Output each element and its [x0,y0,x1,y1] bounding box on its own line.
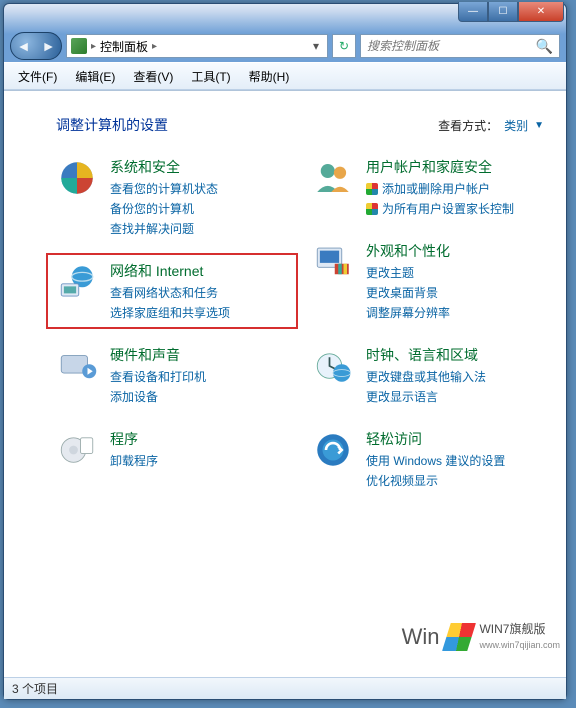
breadcrumb-dropdown-icon[interactable]: ▾ [309,39,323,53]
category-link[interactable]: 调整屏幕分辨率 [366,304,450,321]
category-link[interactable]: 查看网络状态和任务 [110,284,230,301]
category-title[interactable]: 网络和 Internet [110,261,230,281]
menu-help[interactable]: 帮助(H) [241,64,298,89]
chevron-down-icon[interactable]: ▼ [534,120,544,131]
category-clock-language: 时钟、语言和区域 更改键盘或其他输入法 更改显示语言 [312,345,544,405]
back-icon[interactable]: ◄ [17,38,31,54]
menu-edit[interactable]: 编辑(E) [67,64,123,89]
category-programs: 程序 卸载程序 [56,429,288,471]
category-title[interactable]: 程序 [110,429,158,449]
control-panel-icon [71,38,87,54]
hardware-sound-icon [56,345,98,387]
category-grid: 系统和安全 查看您的计算机状态 备份您的计算机 查找并解决问题 网络和 Inte… [56,157,544,489]
menubar: 文件(F) 编辑(E) 查看(V) 工具(T) 帮助(H) [4,62,566,90]
category-link[interactable]: 为所有用户设置家长控制 [366,200,514,217]
category-link[interactable]: 优化视频显示 [366,472,505,489]
view-mode-value[interactable]: 类别 [504,117,528,134]
page-title: 调整计算机的设置 [56,115,438,135]
category-link[interactable]: 查看您的计算机状态 [110,180,218,197]
content-area: 调整计算机的设置 查看方式： 类别 ▼ 系统和安全 查看您的计算机 [4,90,566,677]
category-title[interactable]: 轻松访问 [366,429,505,449]
category-link[interactable]: 添加设备 [110,388,206,405]
right-column: 用户帐户和家庭安全 添加或删除用户帐户 为所有用户设置家长控制 外观和个性化 更… [312,157,544,489]
breadcrumb-label[interactable]: 控制面板 [100,38,148,55]
statusbar: 3 个项目 [4,677,566,699]
view-mode-label: 查看方式： [438,117,498,134]
category-title[interactable]: 硬件和声音 [110,345,206,365]
system-security-icon [56,157,98,199]
chevron-right-icon[interactable]: ▸ [91,41,96,52]
category-user-accounts: 用户帐户和家庭安全 添加或删除用户帐户 为所有用户设置家长控制 [312,157,544,217]
titlebar: — ☐ ✕ [4,4,566,30]
windows-flag-icon [442,623,476,651]
watermark: Win WIN7旗舰版 www.win7qijian.com [396,618,566,655]
search-box[interactable]: 🔍 [360,34,560,58]
left-column: 系统和安全 查看您的计算机状态 备份您的计算机 查找并解决问题 网络和 Inte… [56,157,288,489]
window-controls: — ☐ ✕ [458,2,564,22]
category-system-security: 系统和安全 查看您的计算机状态 备份您的计算机 查找并解决问题 [56,157,288,237]
page-header: 调整计算机的设置 查看方式： 类别 ▼ [56,115,544,135]
programs-icon [56,429,98,471]
control-panel-window: — ☐ ✕ ◄ ► ▸ 控制面板 ▸ ▾ ↻ 🔍 文件(F) 编辑(E) 查看(… [3,3,567,700]
close-button[interactable]: ✕ [518,2,564,22]
category-link[interactable]: 更改主题 [366,264,450,281]
refresh-button[interactable]: ↻ [332,34,356,58]
maximize-button[interactable]: ☐ [488,2,518,22]
status-text: 3 个项目 [12,680,58,697]
category-link[interactable]: 选择家庭组和共享选项 [110,304,230,321]
search-input[interactable] [367,39,536,53]
chevron-right-icon[interactable]: ▸ [152,41,157,52]
appearance-icon [312,241,354,283]
address-bar: ◄ ► ▸ 控制面板 ▸ ▾ ↻ 🔍 [4,30,566,62]
search-icon[interactable]: 🔍 [536,38,553,55]
category-title[interactable]: 用户帐户和家庭安全 [366,157,514,177]
clock-language-icon [312,345,354,387]
minimize-button[interactable]: — [458,2,488,22]
category-link[interactable]: 更改桌面背景 [366,284,450,301]
category-network-internet: 网络和 Internet 查看网络状态和任务 选择家庭组和共享选项 [46,253,298,329]
view-mode: 查看方式： 类别 ▼ [438,117,544,134]
category-link[interactable]: 使用 Windows 建议的设置 [366,452,505,469]
category-link[interactable]: 备份您的计算机 [110,200,218,217]
category-title[interactable]: 系统和安全 [110,157,218,177]
watermark-text: WIN7旗舰版 www.win7qijian.com [479,622,560,651]
category-link[interactable]: 卸载程序 [110,452,158,469]
forward-icon[interactable]: ► [42,38,56,54]
network-internet-icon [56,261,98,303]
menu-view[interactable]: 查看(V) [125,64,181,89]
category-title[interactable]: 外观和个性化 [366,241,450,261]
category-link[interactable]: 查看设备和打印机 [110,368,206,385]
category-link[interactable]: 添加或删除用户帐户 [366,180,514,197]
category-link[interactable]: 更改显示语言 [366,388,486,405]
category-ease-of-access: 轻松访问 使用 Windows 建议的设置 优化视频显示 [312,429,544,489]
nav-back-forward[interactable]: ◄ ► [10,32,62,60]
breadcrumb-box[interactable]: ▸ 控制面板 ▸ ▾ [66,34,328,58]
watermark-big: Win [402,624,440,650]
menu-tools[interactable]: 工具(T) [183,64,238,89]
menu-file[interactable]: 文件(F) [10,64,65,89]
refresh-icon: ↻ [339,39,349,53]
category-link[interactable]: 查找并解决问题 [110,220,218,237]
ease-of-access-icon [312,429,354,471]
category-title[interactable]: 时钟、语言和区域 [366,345,486,365]
category-appearance: 外观和个性化 更改主题 更改桌面背景 调整屏幕分辨率 [312,241,544,321]
user-accounts-icon [312,157,354,199]
category-link[interactable]: 更改键盘或其他输入法 [366,368,486,385]
category-hardware-sound: 硬件和声音 查看设备和打印机 添加设备 [56,345,288,405]
